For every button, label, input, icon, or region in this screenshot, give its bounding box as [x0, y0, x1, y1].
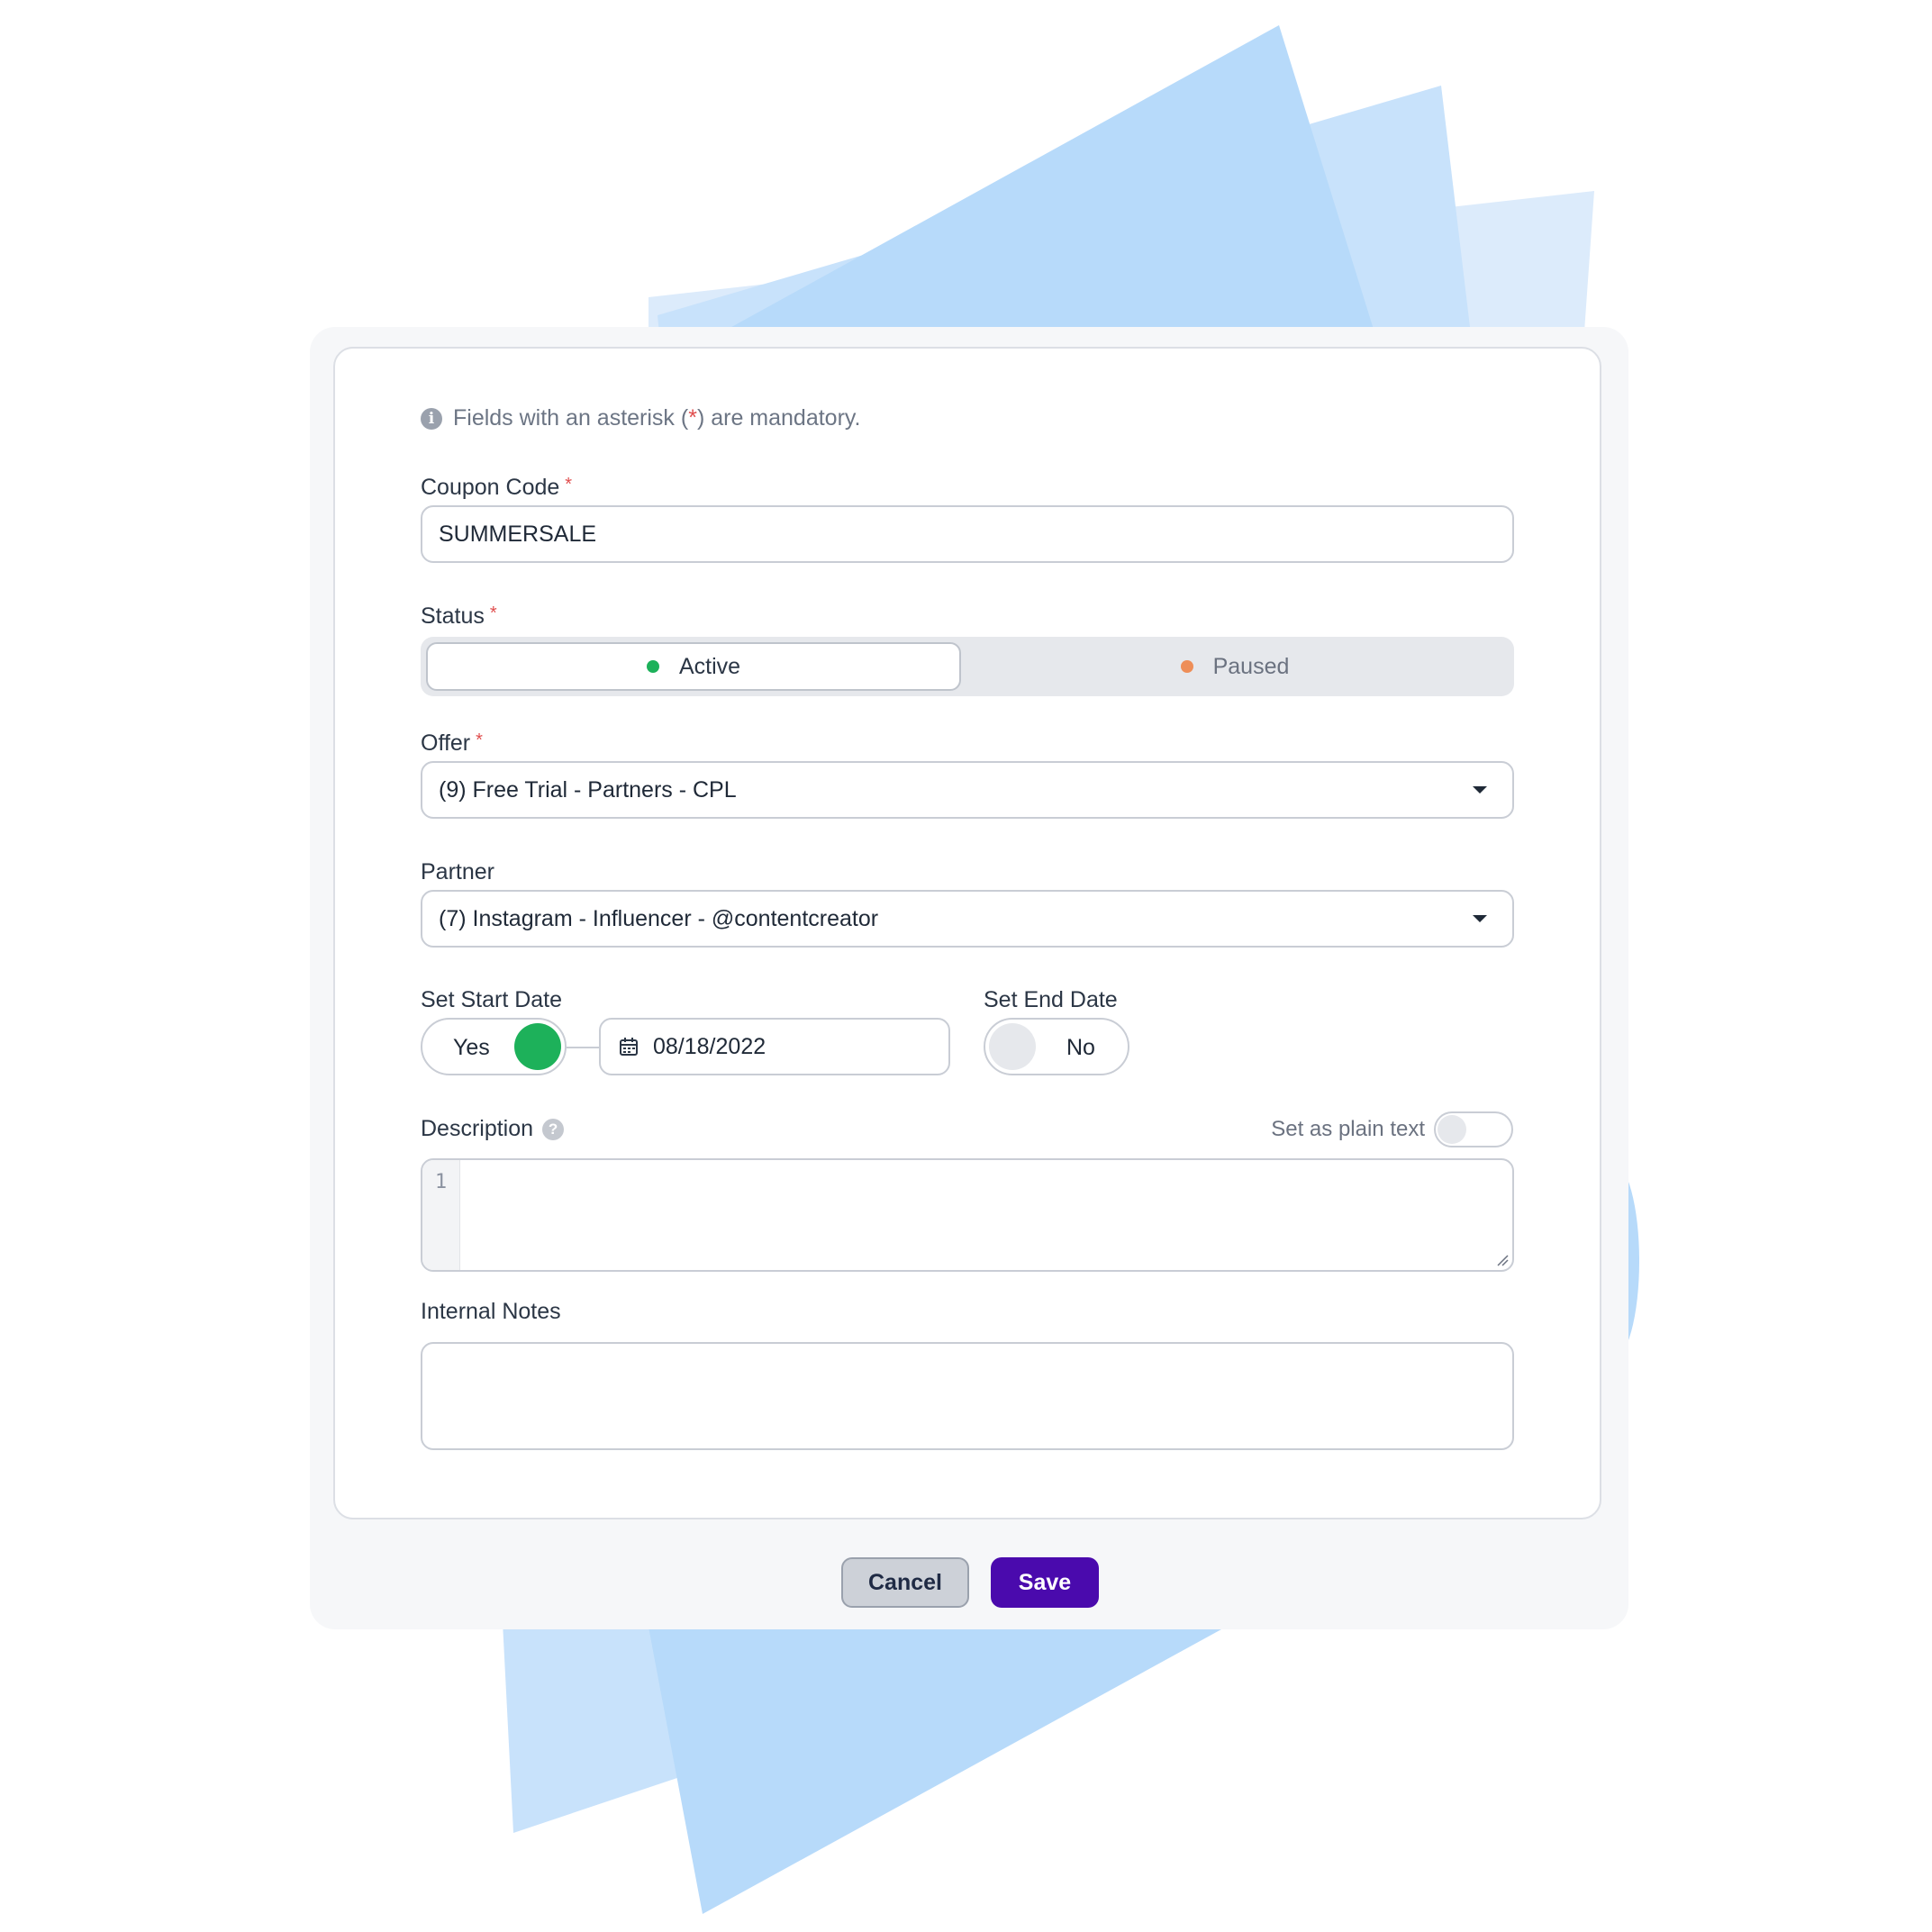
required-star: * [476, 730, 483, 750]
mandatory-note-prefix: Fields with an asterisk ( [453, 405, 689, 431]
status-option-active[interactable]: Active [426, 642, 961, 691]
toggle-knob [514, 1023, 561, 1070]
coupon-code-input[interactable]: SUMMERSALE [421, 505, 1514, 563]
plain-text-toggle-group: Set as plain text [1271, 1111, 1513, 1147]
start-date-value: 08/18/2022 [653, 1033, 766, 1059]
end-date-toggle-label: No [1066, 1035, 1095, 1060]
line-number-gutter: 1 [422, 1160, 460, 1270]
toggle-knob [989, 1023, 1036, 1070]
description-label-text: Description [421, 1116, 534, 1141]
start-date-toggle-label: Yes [453, 1035, 490, 1060]
status-label-text: Status [421, 603, 485, 629]
form-card: i Fields with an asterisk (*) are mandat… [333, 347, 1601, 1519]
status-option-label: Paused [1212, 653, 1290, 679]
partner-label-text: Partner [421, 859, 494, 884]
plain-text-switch[interactable] [1434, 1111, 1513, 1147]
required-star: * [489, 603, 497, 623]
partner-select[interactable]: (7) Instagram - Influencer - @contentcre… [421, 890, 1514, 948]
chevron-down-icon [1473, 786, 1487, 794]
required-star: * [565, 475, 573, 494]
end-date-label: Set End Date [984, 987, 1118, 1012]
plain-text-label: Set as plain text [1271, 1117, 1425, 1141]
save-button[interactable]: Save [991, 1557, 1099, 1608]
chevron-down-icon [1473, 915, 1487, 922]
end-date-toggle[interactable]: No [984, 1018, 1129, 1075]
toggle-knob [1438, 1115, 1466, 1144]
start-date-toggle[interactable]: Yes [421, 1018, 567, 1075]
calendar-icon [620, 1038, 638, 1056]
status-dot-icon [1180, 660, 1193, 673]
offer-label: Offer * [421, 730, 483, 757]
modal-panel: i Fields with an asterisk (*) are mandat… [310, 327, 1628, 1629]
offer-select[interactable]: (9) Free Trial - Partners - CPL [421, 761, 1514, 819]
offer-value: (9) Free Trial - Partners - CPL [439, 776, 737, 803]
status-option-label: Active [678, 653, 741, 679]
start-date-input[interactable]: 08/18/2022 [599, 1018, 950, 1075]
status-label: Status * [421, 603, 497, 630]
question-icon[interactable]: ? [542, 1119, 565, 1141]
status-dot-icon [646, 660, 659, 673]
offer-label-text: Offer [421, 730, 471, 756]
cancel-button[interactable]: Cancel [841, 1557, 969, 1608]
start-date-label: Set Start Date [421, 987, 563, 1012]
mandatory-note-star: * [688, 405, 697, 431]
status-segmented-control: Active Paused [421, 637, 1514, 696]
partner-label: Partner [421, 859, 494, 885]
status-option-paused[interactable]: Paused [961, 642, 1509, 691]
toggle-connector [567, 1047, 599, 1048]
internal-notes-textarea[interactable] [421, 1342, 1514, 1450]
mandatory-note: i Fields with an asterisk (*) are mandat… [421, 405, 861, 431]
coupon-code-value: SUMMERSALE [439, 521, 597, 547]
description-label: Description? [421, 1116, 565, 1142]
resize-handle-icon[interactable] [1496, 1254, 1509, 1266]
description-editor[interactable]: 1 [421, 1158, 1514, 1272]
coupon-code-label-text: Coupon Code [421, 475, 560, 500]
partner-value: (7) Instagram - Influencer - @contentcre… [439, 905, 879, 931]
internal-notes-label: Internal Notes [421, 1299, 561, 1324]
info-icon: i [421, 407, 442, 430]
mandatory-note-suffix: ) are mandatory. [696, 405, 861, 431]
coupon-code-label: Coupon Code * [421, 475, 572, 501]
line-number: 1 [434, 1171, 448, 1193]
